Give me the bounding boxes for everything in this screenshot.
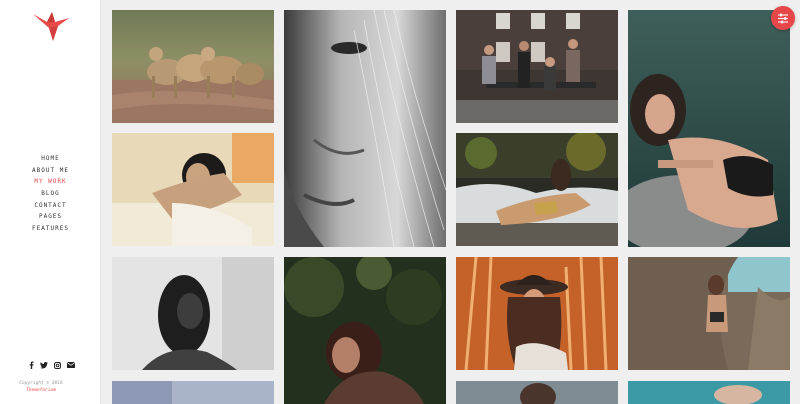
nav-item-pages[interactable]: PAGES — [0, 211, 101, 223]
copyright: Copyright © 2016 Themeforium — [0, 381, 82, 394]
photo-row3-col1[interactable] — [112, 381, 274, 404]
nav-item-my-work[interactable]: MY WORK — [0, 176, 101, 188]
sidebar: HOME ABOUT ME MY WORK BLOG CONTACT PAGES… — [0, 0, 101, 404]
nav-item-home[interactable]: HOME — [0, 153, 101, 165]
copyright-text: Copyright © 2016 — [19, 381, 63, 386]
photo-row3-col3[interactable] — [456, 381, 618, 404]
facebook-icon[interactable] — [27, 361, 35, 369]
bird-icon[interactable] — [31, 8, 71, 44]
photo-group-bench[interactable] — [456, 10, 618, 123]
twitter-icon[interactable] — [40, 361, 49, 369]
photo-row3-col4[interactable] — [628, 381, 790, 404]
filter-button[interactable] — [771, 6, 795, 30]
nav-item-blog[interactable]: BLOG — [0, 188, 101, 200]
photo-woman-hat-field[interactable] — [456, 257, 618, 370]
photo-woman-bw-portrait[interactable] — [112, 257, 274, 370]
nav-item-about-me[interactable]: ABOUT ME — [0, 165, 101, 177]
instagram-icon[interactable] — [54, 361, 62, 369]
photo-lions[interactable] — [112, 10, 274, 123]
photo-woman-rock-lingerie[interactable] — [628, 10, 790, 247]
social-links — [27, 360, 75, 370]
sliders-icon — [778, 13, 788, 23]
photo-woman-rocks-sea[interactable] — [628, 257, 790, 370]
photo-woman-face-closeup[interactable] — [284, 10, 446, 247]
nav-item-contact[interactable]: CONTACT — [0, 200, 101, 212]
email-icon[interactable] — [66, 361, 75, 369]
nav-item-features[interactable]: FEATURES — [0, 223, 101, 235]
main-nav: HOME ABOUT ME MY WORK BLOG CONTACT PAGES… — [0, 153, 101, 235]
photo-woman-forest[interactable] — [284, 257, 446, 404]
portfolio-gallery — [112, 10, 792, 404]
copyright-brand-link[interactable]: Themeforium — [0, 388, 82, 395]
photo-woman-beach-waves[interactable] — [456, 133, 618, 246]
photo-woman-bed[interactable] — [112, 133, 274, 246]
